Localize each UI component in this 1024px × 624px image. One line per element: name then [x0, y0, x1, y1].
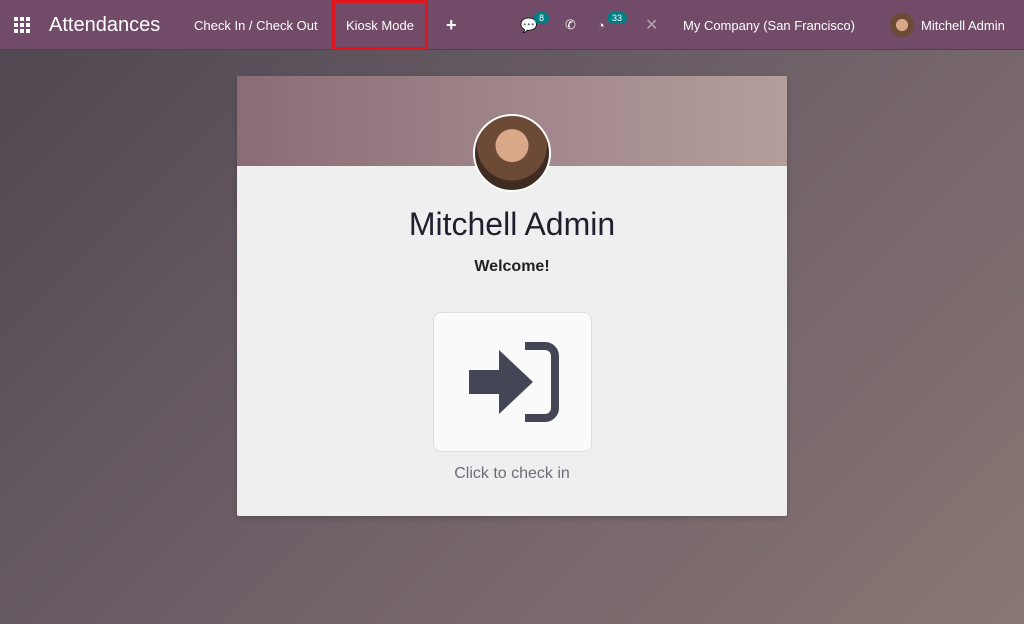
app-title[interactable]: Attendances	[49, 0, 160, 50]
activities-button[interactable]: ◔ 33	[597, 0, 628, 50]
employee-avatar	[473, 114, 551, 192]
company-switcher[interactable]: My Company (San Francisco)	[683, 0, 855, 50]
check-in-hint: Click to check in	[454, 465, 570, 482]
apps-menu-icon[interactable]	[14, 0, 34, 50]
messages-badge: 8	[534, 12, 550, 24]
employee-name: Mitchell Admin	[408, 206, 616, 242]
messages-button[interactable]: 💬 8	[520, 0, 550, 50]
user-avatar	[890, 13, 914, 37]
clock-icon: ◔	[597, 17, 605, 33]
menu-check-in-out[interactable]: Check In / Check Out	[194, 0, 318, 50]
top-navbar: Attendances Check In / Check Out Kiosk M…	[0, 0, 1024, 50]
debug-tools-icon[interactable]: ✕	[645, 0, 658, 50]
sign-in-icon	[468, 342, 559, 422]
phone-icon[interactable]: ✆	[565, 0, 576, 50]
check-in-button[interactable]	[433, 312, 592, 452]
plus-icon[interactable]: +	[446, 0, 457, 50]
user-name: Mitchell Admin	[921, 17, 1005, 33]
welcome-text: Welcome!	[474, 258, 550, 275]
menu-kiosk-mode[interactable]: Kiosk Mode	[332, 0, 428, 50]
kiosk-card: Mitchell Admin Welcome! Click to check i…	[237, 76, 787, 516]
activities-badge: 33	[607, 12, 628, 24]
user-menu[interactable]: Mitchell Admin	[890, 0, 1005, 50]
